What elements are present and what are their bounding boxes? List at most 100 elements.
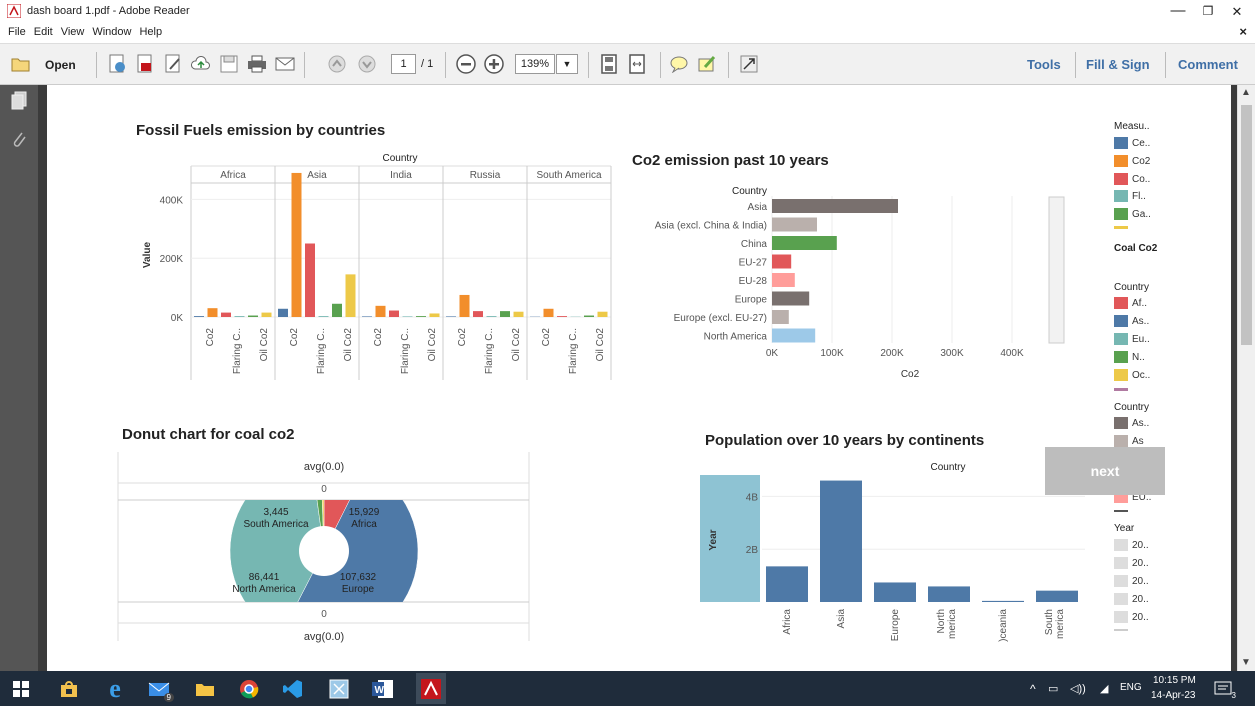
document-close-button[interactable]: × xyxy=(1239,24,1247,39)
legend-year-item[interactable]: 20.. xyxy=(1114,593,1149,605)
zoom-out-icon[interactable] xyxy=(455,53,477,75)
legend-country-item[interactable]: As.. xyxy=(1114,315,1149,327)
snipping-tool-icon[interactable] xyxy=(326,676,352,702)
chrome-icon[interactable] xyxy=(236,676,262,702)
chart3-donut-hole xyxy=(299,526,349,576)
chart3-slice-label: Africa xyxy=(351,519,377,530)
legend-year-item[interactable]: 20.. xyxy=(1114,557,1149,569)
legend-country-item[interactable]: Oc.. xyxy=(1114,369,1150,381)
legend-country-item[interactable]: Af.. xyxy=(1114,297,1147,309)
zoom-level-select[interactable]: 139% xyxy=(515,54,555,74)
mail-icon[interactable]: 9 xyxy=(146,676,174,702)
tools-link[interactable]: Tools xyxy=(1027,57,1061,72)
notification-count: 3 xyxy=(1231,691,1236,700)
legend-measure-item[interactable]: Co.. xyxy=(1114,173,1150,185)
highlight-icon[interactable] xyxy=(696,53,718,75)
restore-button[interactable]: ❐ xyxy=(1198,4,1218,18)
legend-year-item[interactable]: 20.. xyxy=(1114,539,1149,551)
chart2-scrollbar[interactable] xyxy=(1048,196,1065,344)
next-button[interactable]: next xyxy=(1045,447,1165,495)
legend-label: 20.. xyxy=(1132,593,1149,605)
network-icon[interactable]: ▭ xyxy=(1048,682,1058,695)
legend-label: 20.. xyxy=(1132,539,1149,551)
open-folder-icon[interactable] xyxy=(10,53,32,75)
notification-center-icon[interactable]: 3 xyxy=(1210,676,1236,702)
page-number-input[interactable]: 1 xyxy=(391,54,416,74)
chart1-y-axis-label: Value xyxy=(142,242,153,269)
clock-time[interactable]: 10:15 PM xyxy=(1153,675,1196,686)
close-button[interactable]: ✕ xyxy=(1227,4,1247,20)
scroll-down-icon[interactable]: ▼ xyxy=(1241,657,1251,668)
scroll-thumb[interactable] xyxy=(1241,105,1252,345)
legend-measure-item[interactable]: Co2 xyxy=(1114,155,1150,167)
chart2-bar xyxy=(772,291,810,306)
legend-coal-title: Coal Co2 xyxy=(1114,243,1158,254)
legend-country-item[interactable]: Eu.. xyxy=(1114,333,1150,345)
vscode-icon[interactable] xyxy=(280,676,306,702)
sticky-note-icon[interactable] xyxy=(668,53,690,75)
legend-swatch xyxy=(1114,333,1128,345)
open-button[interactable]: Open xyxy=(45,58,76,72)
scroll-up-icon[interactable]: ▲ xyxy=(1241,87,1251,98)
menu-window[interactable]: Window xyxy=(92,26,131,38)
wifi-icon[interactable]: ◢ xyxy=(1100,682,1108,695)
legend-country-item[interactable]: As.. xyxy=(1114,417,1149,429)
fit-width-icon[interactable] xyxy=(626,53,648,75)
cloud-upload-icon[interactable] xyxy=(190,53,212,75)
legend-label: 20.. xyxy=(1132,611,1149,623)
chart4-country-header: Country xyxy=(930,462,965,473)
legend-measure-item[interactable]: Ga.. xyxy=(1114,208,1151,220)
edit-pdf-icon[interactable] xyxy=(162,53,184,75)
save-icon[interactable] xyxy=(218,53,240,75)
legend-measure-item[interactable]: Ce.. xyxy=(1114,137,1150,149)
legend-year-item[interactable]: 20.. xyxy=(1114,611,1149,623)
minimize-button[interactable]: — xyxy=(1168,2,1188,19)
menu-edit[interactable]: Edit xyxy=(34,26,53,38)
legend-country-item[interactable]: N.. xyxy=(1114,351,1145,363)
zoom-dropdown-icon[interactable]: ▼ xyxy=(556,54,578,74)
file-explorer-icon[interactable] xyxy=(192,676,218,702)
legend-label: N.. xyxy=(1132,351,1145,363)
store-icon[interactable] xyxy=(56,676,82,702)
chart1-x-tick-label: Co2 xyxy=(373,328,384,347)
comment-link[interactable]: Comment xyxy=(1178,57,1238,72)
dashboard-canvas: Fossil Fuels emission by countries Count… xyxy=(117,122,1085,643)
legend-year-item[interactable]: 20.. xyxy=(1114,575,1149,587)
chart1-y-tick-label: 0K xyxy=(171,313,184,324)
previous-page-icon[interactable] xyxy=(326,53,348,75)
next-page-icon[interactable] xyxy=(356,53,378,75)
volume-icon[interactable]: ◁)) xyxy=(1070,682,1086,695)
attachment-icon[interactable] xyxy=(10,129,28,149)
language-indicator[interactable]: ENG xyxy=(1120,682,1142,693)
fill-sign-link[interactable]: Fill & Sign xyxy=(1086,57,1150,72)
menu-view[interactable]: View xyxy=(61,26,85,38)
chart1-bar xyxy=(234,316,245,317)
chart4-bar xyxy=(766,566,808,602)
fit-page-icon[interactable] xyxy=(598,53,620,75)
menu-file[interactable]: File xyxy=(8,26,26,38)
chart4-bar xyxy=(1036,590,1078,602)
adobe-reader-task-icon[interactable] xyxy=(416,673,446,704)
chart4-bar xyxy=(928,586,970,602)
legend-measure-item[interactable]: Fl.. xyxy=(1114,190,1146,202)
zoom-in-icon[interactable] xyxy=(483,53,505,75)
print-icon[interactable] xyxy=(246,53,268,75)
legend-overflow-swatch xyxy=(1114,629,1128,631)
chart4-x-tick-label: Europe xyxy=(890,609,901,642)
menu-help[interactable]: Help xyxy=(139,26,162,38)
word-icon[interactable]: W xyxy=(370,676,396,702)
start-windows-icon[interactable] xyxy=(8,676,34,702)
legend-country-item[interactable]: As xyxy=(1114,435,1144,447)
chart4-x-tick-label: merica xyxy=(1055,609,1066,639)
export-pdf-icon[interactable] xyxy=(134,53,156,75)
page-thumbnails-icon[interactable] xyxy=(10,91,28,111)
chart4-y-axis-label: Year xyxy=(708,529,719,550)
email-icon[interactable] xyxy=(274,53,296,75)
expand-fullscreen-icon[interactable] xyxy=(738,53,760,75)
show-hidden-icons[interactable]: ^ xyxy=(1030,682,1036,696)
create-pdf-icon[interactable] xyxy=(106,53,128,75)
document-scrollbar[interactable]: ▲ ▼ xyxy=(1237,85,1255,671)
edge-browser-icon[interactable]: e xyxy=(102,674,128,703)
clock-date[interactable]: 14-Apr-23 xyxy=(1151,690,1195,701)
chart1-x-tick-label: Co2 xyxy=(289,328,300,347)
